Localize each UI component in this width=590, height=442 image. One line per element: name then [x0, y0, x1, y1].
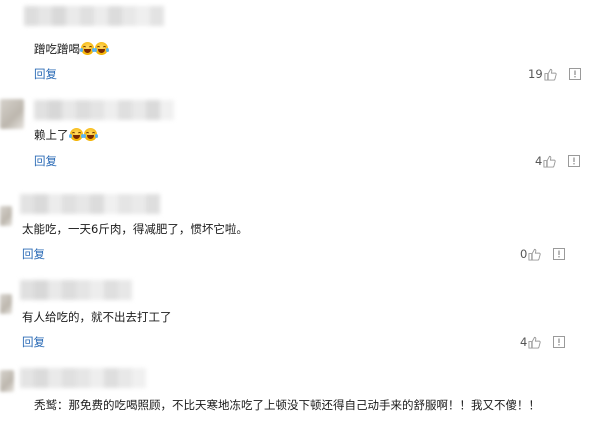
- comment-text: 赖上了: [34, 127, 98, 143]
- comment-text: 秃鹫：那免费的吃喝照顾，不比天寒地冻吃了上顿没下顿还得自己动手来的舒服啊！！我又…: [34, 398, 540, 412]
- username-blurred: [24, 6, 164, 26]
- comment-text: 太能吃，一天6斤肉，得减肥了，惯坏它啦。: [22, 222, 248, 236]
- cry-laugh-icon: [82, 128, 98, 141]
- cry-laugh-icon: [80, 42, 95, 55]
- like-count: 0: [520, 247, 528, 261]
- avatar: [0, 370, 14, 392]
- cry-laugh-icon: [94, 42, 109, 55]
- reply-button[interactable]: 回复: [34, 66, 57, 82]
- report-icon[interactable]: [553, 248, 566, 260]
- username-blurred: [20, 280, 132, 300]
- cry-laugh-icon: [68, 128, 84, 141]
- username-blurred: [20, 368, 146, 388]
- comment-text: 有人给吃的，就不出去打工了: [22, 310, 172, 324]
- like-count: 4: [535, 154, 543, 168]
- comment-actions: 4: [535, 153, 581, 169]
- comment-text: 蹭吃蹭喝: [34, 41, 109, 57]
- avatar: [0, 206, 12, 226]
- comment-item: 秃鹫：那免费的吃喝照顾，不比天寒地冻吃了上顿没下顿还得自己动手来的舒服啊！！我又…: [0, 364, 590, 442]
- like-count: 4: [520, 335, 528, 349]
- comment-item: 蹭吃蹭喝 回复 19: [0, 0, 590, 96]
- comment-actions: 0: [520, 246, 566, 262]
- avatar: [0, 294, 12, 314]
- thumbs-up-icon[interactable]: [544, 68, 557, 81]
- report-icon[interactable]: [568, 68, 581, 80]
- comment-item: 太能吃，一天6斤肉，得减肥了，惯坏它啦。 回复 0: [0, 188, 590, 276]
- avatar: [0, 99, 24, 129]
- reply-button[interactable]: 回复: [22, 334, 45, 350]
- report-icon[interactable]: [568, 155, 581, 167]
- like-count: 19: [528, 67, 543, 81]
- thumbs-up-icon[interactable]: [543, 155, 556, 168]
- report-icon[interactable]: [553, 336, 566, 348]
- reply-button[interactable]: 回复: [34, 153, 57, 169]
- comment-item: 赖上了 回复 4: [0, 96, 590, 188]
- username-blurred: [34, 100, 174, 120]
- username-blurred: [20, 194, 160, 214]
- reply-button[interactable]: 回复: [22, 246, 45, 262]
- comment-item: 有人给吃的，就不出去打工了 回复 4: [0, 276, 590, 364]
- thumbs-up-icon[interactable]: [528, 248, 541, 261]
- comment-actions: 4: [520, 334, 566, 350]
- comment-actions: 19: [528, 66, 581, 82]
- thumbs-up-icon[interactable]: [528, 336, 541, 349]
